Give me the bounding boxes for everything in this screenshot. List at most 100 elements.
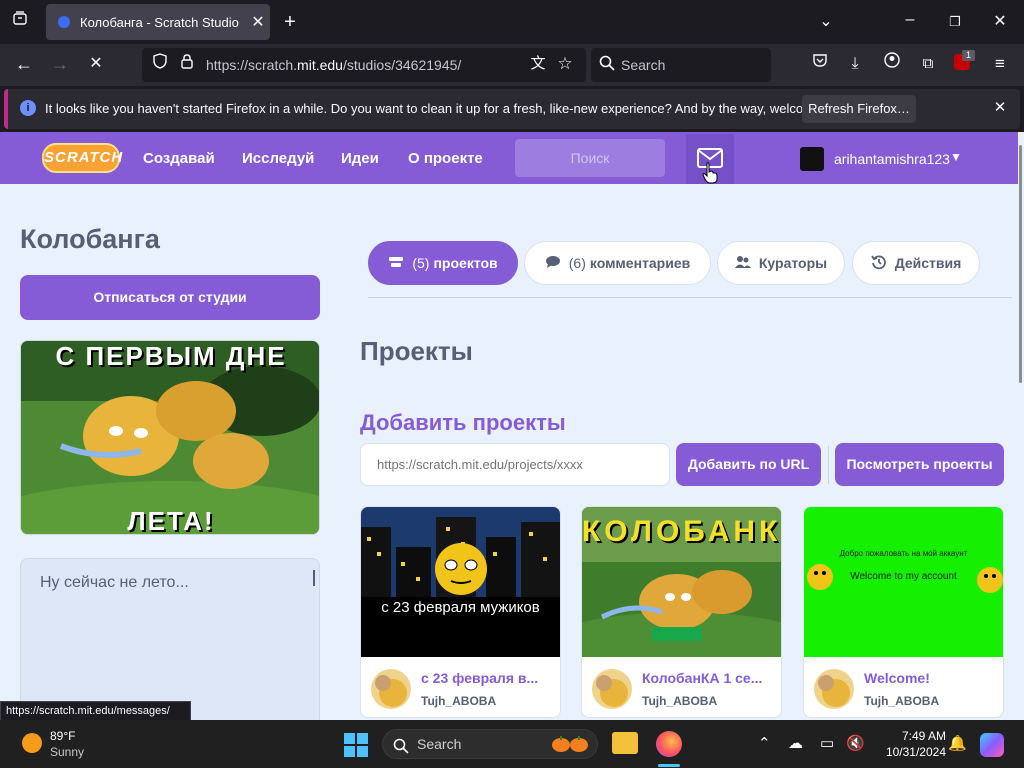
avatar[interactable] xyxy=(592,669,632,709)
browse-projects-button[interactable]: Посмотреть проекты xyxy=(835,443,1004,486)
tab-projects[interactable]: (5) проектов xyxy=(368,241,518,285)
notification-bell-icon[interactable]: 🔔 xyxy=(948,734,967,752)
nav-ideas[interactable]: Идеи xyxy=(341,150,379,167)
back-arrow-icon[interactable]: ← xyxy=(12,52,36,76)
avatar[interactable] xyxy=(371,669,411,709)
tab-activity[interactable]: Действия xyxy=(852,241,980,285)
file-explorer-icon[interactable] xyxy=(612,732,638,754)
project-title[interactable]: Welcome! xyxy=(864,670,994,686)
clock-date[interactable]: 10/31/2024 xyxy=(876,745,946,759)
tab-curators-label: Кураторы xyxy=(758,255,828,271)
clock-time[interactable]: 7:49 AM xyxy=(876,729,946,743)
stop-loading-icon[interactable]: ✕ xyxy=(84,52,108,76)
mouse-cursor-icon xyxy=(702,162,718,189)
project-card[interactable]: с 23 февраля мужиков с 23 февраля в... T… xyxy=(360,506,561,718)
project-author[interactable]: Tujh_ABOBA xyxy=(864,694,939,708)
scrollbar-thumb[interactable] xyxy=(1019,145,1022,383)
tab-comments[interactable]: (6) комментариев xyxy=(524,241,711,285)
downloads-icon[interactable]: ⤓ xyxy=(843,52,867,76)
window-close-icon[interactable]: ✕ xyxy=(988,10,1012,34)
project-thumbnail[interactable]: Добро пожаловать на мой аккаунт Welcome … xyxy=(804,507,1003,657)
project-author[interactable]: Tujh_ABOBA xyxy=(421,694,496,708)
site-search-input[interactable]: Поиск xyxy=(515,139,665,177)
project-url-input[interactable] xyxy=(360,443,670,486)
weather-condition[interactable]: Sunny xyxy=(50,745,84,759)
project-card[interactable]: КОЛОБАНКА КолобанКА 1 се... Tujh_ABOBA xyxy=(581,506,782,718)
minimize-icon[interactable]: – xyxy=(898,8,922,32)
forward-arrow-icon[interactable]: → xyxy=(48,52,72,76)
tab-list-icon[interactable] xyxy=(8,10,32,34)
chevron-down-icon[interactable]: ⌄ xyxy=(814,10,838,34)
nav-create[interactable]: Создавай xyxy=(143,150,215,167)
unfollow-studio-button[interactable]: Отписаться от студии xyxy=(20,275,320,320)
cloud-sync-icon[interactable]: ☁ xyxy=(788,734,803,752)
tab-close-icon[interactable]: ✕ xyxy=(246,12,270,32)
username[interactable]: arihantamishra123 xyxy=(834,151,950,167)
tab-title: Колобанга - Scratch Studio xyxy=(80,14,239,30)
comments-count: (6) xyxy=(568,255,586,271)
chevron-down-icon[interactable]: ▼ xyxy=(950,150,962,164)
tab-divider xyxy=(368,297,1012,298)
translate-icon[interactable]: 文 xyxy=(526,52,550,76)
volume-mute-icon[interactable]: 🔇 xyxy=(846,734,865,752)
messages-button[interactable] xyxy=(686,134,734,184)
project-thumbnail[interactable]: с 23 февраля мужиков xyxy=(361,507,560,657)
comment-bubble-icon xyxy=(545,255,561,272)
nav-explore[interactable]: Исследуй xyxy=(242,150,314,167)
new-tab-icon[interactable]: + xyxy=(278,10,302,34)
firefox-icon[interactable] xyxy=(656,731,682,757)
restore-icon[interactable]: ❐ xyxy=(943,10,967,34)
thumbnail-caption-top: С ПЕРВЫМ ДНЕ xyxy=(55,341,287,371)
sun-icon[interactable] xyxy=(22,733,42,753)
chevron-up-icon[interactable]: ⌃ xyxy=(758,734,771,752)
windows-start-icon[interactable] xyxy=(344,733,368,757)
active-app-indicator xyxy=(658,764,680,767)
lock-icon[interactable] xyxy=(175,52,199,76)
project-author[interactable]: Tujh_ABOBA xyxy=(642,694,717,708)
history-icon xyxy=(870,254,887,273)
copilot-icon[interactable] xyxy=(980,733,1004,757)
avatar[interactable] xyxy=(814,669,854,709)
account-icon[interactable] xyxy=(880,52,904,76)
tab-comments-label: комментариев xyxy=(589,255,691,271)
search-icon xyxy=(393,735,409,763)
browser-search-input[interactable]: Search xyxy=(591,48,771,82)
notification-close-icon[interactable]: ✕ xyxy=(990,98,1010,118)
add-by-url-button[interactable]: Добавить по URL xyxy=(676,443,821,486)
project-title[interactable]: с 23 февраля в... xyxy=(421,670,551,686)
add-projects-heading: Добавить проекты xyxy=(360,410,566,435)
network-icon[interactable]: ▭ xyxy=(820,734,834,752)
scratch-logo[interactable]: SCRATCH xyxy=(42,143,122,173)
studio-title[interactable]: Колобанга xyxy=(20,224,160,255)
tab-projects-label: проектов xyxy=(433,255,498,271)
nav-about[interactable]: О проекте xyxy=(408,150,483,167)
browser-search-placeholder: Search xyxy=(621,57,666,73)
weather-temperature[interactable]: 89°F xyxy=(50,729,75,743)
project-title[interactable]: КолобанКА 1 се... xyxy=(642,670,772,686)
text-cursor xyxy=(313,570,315,586)
project-card[interactable]: Добро пожаловать на мой аккаунт Welcome … xyxy=(803,506,1004,718)
avatar[interactable] xyxy=(800,147,824,171)
browser-tab-active[interactable]: Колобанга - Scratch Studio ✕ xyxy=(46,4,270,40)
tracking-shield-icon[interactable] xyxy=(148,52,172,76)
pocket-icon[interactable] xyxy=(808,52,832,76)
thumbnail-caption: КОЛОБАНКА xyxy=(582,515,782,548)
button-divider xyxy=(828,446,829,484)
extensions-puzzle-icon[interactable]: ⧉ xyxy=(916,52,940,76)
studio-description[interactable]: Ну сейчас не лето... xyxy=(40,574,189,592)
refresh-firefox-button[interactable]: Refresh Firefox… xyxy=(802,95,916,123)
studio-thumbnail: С ПЕРВЫМ ДНЕ ЛЕТА! xyxy=(20,340,320,535)
link-status-tooltip: https://scratch.mit.edu/messages/ xyxy=(0,701,191,721)
project-thumbnail[interactable]: КОЛОБАНКА xyxy=(582,507,782,682)
users-icon xyxy=(734,255,751,272)
taskbar-search[interactable]: Search xyxy=(382,729,598,759)
bookmark-star-icon[interactable]: ☆ xyxy=(553,52,577,76)
tab-curators[interactable]: Кураторы xyxy=(717,241,845,285)
info-icon: i xyxy=(20,100,36,116)
hamburger-menu-icon[interactable]: ≡ xyxy=(988,52,1012,76)
url-text[interactable]: https://scratch.mit.edu/studios/34621945… xyxy=(206,57,461,73)
projects-heading: Проекты xyxy=(360,336,473,366)
thumbnail-caption-ru: Добро пожаловать на мой аккаунт xyxy=(839,549,968,558)
tab-activity-label: Действия xyxy=(894,255,962,271)
taskbar-search-label: Search xyxy=(417,736,462,752)
